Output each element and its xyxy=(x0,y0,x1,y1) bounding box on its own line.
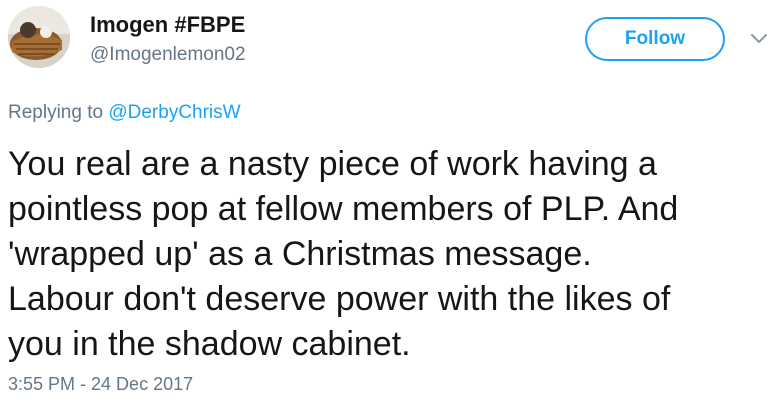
tweet-text: You real are a nasty piece of work havin… xyxy=(8,142,773,367)
tweet-card: Imogen #FBPE @Imogenlemon02 Follow Reply… xyxy=(0,0,780,403)
profile-photo-icon xyxy=(8,6,70,68)
replying-to: Replying to @DerbyChrisW xyxy=(8,102,241,124)
tweet-text-line: Labour don't deserve power with the like… xyxy=(8,280,671,318)
avatar[interactable] xyxy=(8,6,70,68)
tweet-text-line: pointless pop at fellow members of PLP. … xyxy=(8,190,679,228)
follow-button[interactable]: Follow xyxy=(585,17,725,61)
replying-to-label: Replying to xyxy=(8,102,104,123)
chevron-down-icon[interactable] xyxy=(748,30,770,48)
display-name[interactable]: Imogen #FBPE xyxy=(90,12,245,38)
tweet-text-line: you in the shadow cabinet. xyxy=(8,325,411,363)
user-handle[interactable]: @Imogenlemon02 xyxy=(90,44,246,66)
tweet-timestamp[interactable]: 3:55 PM - 24 Dec 2017 xyxy=(8,374,193,395)
tweet-text-line: You real are a nasty piece of work havin… xyxy=(8,145,657,183)
tweet-text-line: 'wrapped up' as a Christmas message. xyxy=(8,235,592,273)
reply-mention-link[interactable]: @DerbyChrisW xyxy=(108,102,240,123)
